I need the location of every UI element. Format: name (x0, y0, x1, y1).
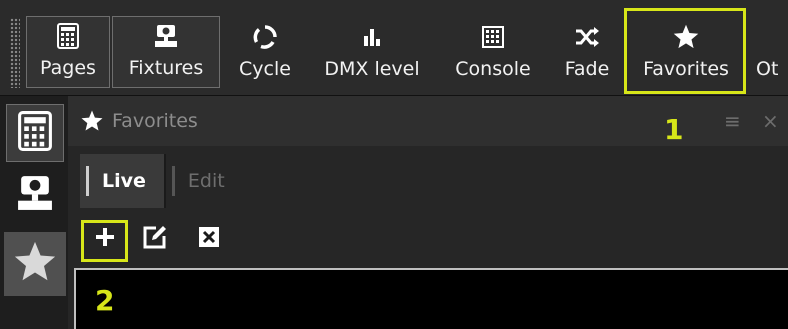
toolbar-button-favorites[interactable]: Favorites (630, 16, 742, 88)
toolbar-button-other[interactable]: Ot (756, 16, 788, 88)
edit-icon (142, 224, 168, 254)
left-tab-strip (0, 96, 68, 329)
toolbar-button-dmx-level[interactable]: DMX level (310, 16, 434, 88)
add-favorite-button[interactable] (90, 224, 120, 254)
sidebar-tab-favorites[interactable] (4, 232, 66, 296)
favorites-list[interactable] (74, 268, 788, 329)
tab-label: Edit (187, 170, 225, 192)
panel-tabs: Live Edit (80, 154, 243, 208)
star-icon (12, 239, 58, 289)
toolbar-grip-handle[interactable] (10, 18, 20, 88)
toolbar-label: Console (455, 58, 531, 80)
main-toolbar: Pages Fixtures Cycle DMX level Console F… (0, 0, 788, 96)
callout-number-1: 1 (664, 113, 684, 146)
tab-live[interactable]: Live (80, 154, 164, 208)
dmx-level-icon (361, 22, 383, 52)
toolbar-button-cycle[interactable]: Cycle (228, 16, 302, 88)
toolbar-label: Favorites (643, 58, 729, 80)
star-icon (80, 109, 104, 133)
panel-close-icon[interactable]: × (762, 109, 779, 133)
toolbar-button-console[interactable]: Console (442, 16, 544, 88)
edit-favorite-button[interactable] (140, 224, 170, 254)
fixture-icon (153, 21, 179, 51)
pages-grid-icon (57, 21, 79, 51)
shuffle-icon (574, 22, 600, 52)
panel-title: Favorites (112, 110, 198, 132)
star-icon (672, 22, 700, 52)
cycle-icon (252, 22, 278, 52)
callout-number-2: 2 (95, 284, 115, 317)
toolbar-label: Ot (756, 58, 779, 80)
toolbar-label: Cycle (239, 58, 291, 80)
tab-label: Live (102, 170, 146, 192)
panel-menu-icon[interactable]: ≡ (724, 109, 741, 133)
tab-edit[interactable]: Edit (163, 154, 243, 208)
toolbar-button-fade[interactable]: Fade (552, 16, 622, 88)
add-icon (94, 226, 116, 252)
toolbar-label: DMX level (324, 58, 420, 80)
sidebar-tab-fixtures[interactable] (6, 166, 64, 224)
toolbar-button-pages[interactable]: Pages (26, 16, 110, 88)
fixture-icon (15, 174, 55, 216)
tab-indicator (171, 166, 175, 196)
delete-favorite-button[interactable] (194, 224, 224, 254)
toolbar-button-fixtures[interactable]: Fixtures (112, 16, 220, 88)
console-icon (481, 22, 505, 52)
pages-grid-icon (17, 111, 53, 155)
toolbar-label: Fixtures (128, 57, 204, 79)
tab-indicator (86, 166, 89, 196)
toolbar-label: Fade (564, 58, 610, 80)
toolbar-label: Pages (40, 57, 96, 79)
delete-icon (198, 226, 220, 252)
sidebar-tab-pages[interactable] (6, 104, 64, 162)
